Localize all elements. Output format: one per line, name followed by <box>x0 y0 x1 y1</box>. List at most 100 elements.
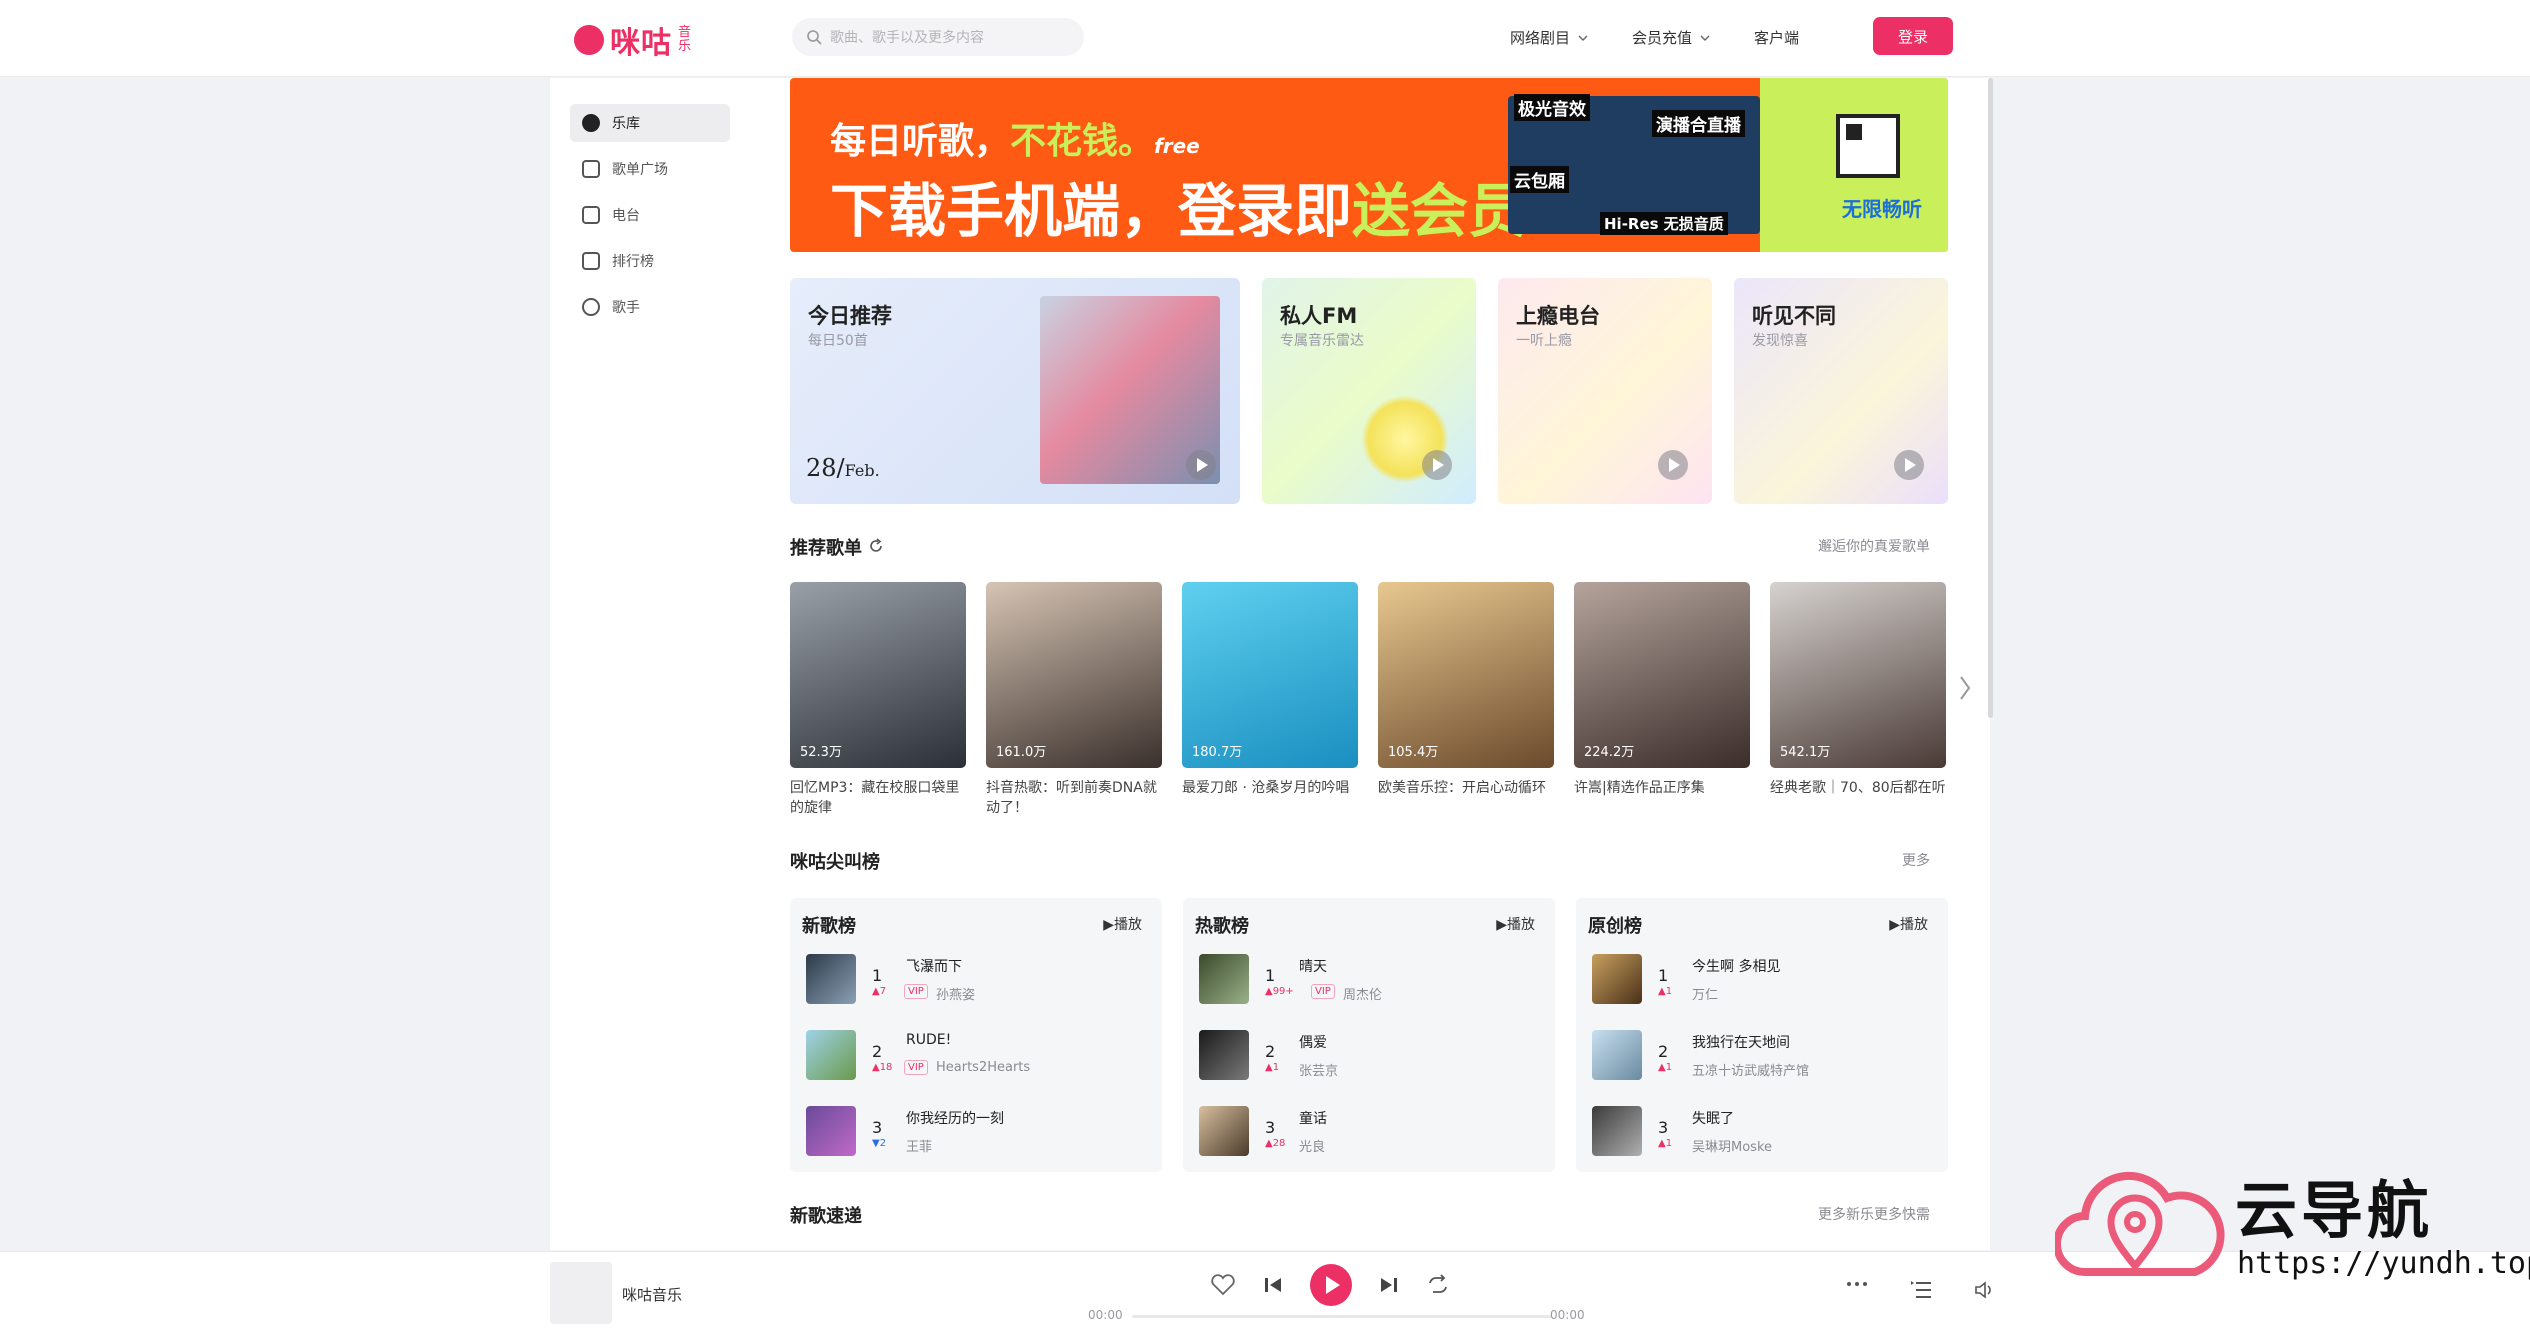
chart-play-button[interactable]: ▶播放 <box>1103 914 1142 934</box>
recommend-more-link[interactable]: 邂逅你的真爱歌单 <box>1818 536 1930 556</box>
sidebar-item-radio[interactable]: 电台 <box>570 196 730 234</box>
radio-icon <box>582 206 600 224</box>
sidebar-item-label: 歌单广场 <box>612 162 668 178</box>
card-private-fm[interactable]: 私人FM 专属音乐雷达 <box>1262 278 1476 504</box>
repeat-icon[interactable] <box>1426 1274 1450 1296</box>
play-icon[interactable] <box>1894 450 1924 480</box>
sidebar-item-playlist-square[interactable]: 歌单广场 <box>570 150 730 188</box>
banner-line2-text: 下载手机端，登录即 <box>830 177 1353 245</box>
search-input[interactable]: 歌曲、歌手以及更多内容 <box>792 18 1084 56</box>
cloud-location-logo-icon <box>2055 1171 2225 1276</box>
volume-icon[interactable] <box>1974 1280 1996 1300</box>
song-row[interactable]: 3 失眠了 ▲1 吴琳玥Moske <box>1592 1106 1932 1158</box>
song-row[interactable]: 3 你我经历的一刻 ▼2 王菲 <box>806 1106 1146 1158</box>
song-row[interactable]: 1 晴天 ▲99+ VIP 周杰伦 <box>1199 954 1539 1006</box>
chart-name[interactable]: 原创榜 <box>1588 912 1642 938</box>
playlist-card[interactable]: 161.0万 抖音热歌：听到前奏DNA就动了！ <box>986 582 1162 818</box>
playlist-card[interactable]: 52.3万 回忆MP3：藏在校服口袋里的旋律 <box>790 582 966 818</box>
card-date-day: 28 <box>806 454 837 482</box>
chart-play-button[interactable]: ▶播放 <box>1889 914 1928 934</box>
playlist-card[interactable]: 224.2万 许嵩|精选作品正序集 <box>1574 582 1750 798</box>
banner-tag: 极光音效 <box>1514 94 1590 121</box>
chart-hot-songs: 热歌榜 ▶播放 1 晴天 ▲99+ VIP 周杰伦 2 偶爱 ▲1 张芸京 3 … <box>1183 898 1555 1172</box>
card-addictive-radio[interactable]: 上瘾电台 一听上瘾 <box>1498 278 1712 504</box>
play-icon[interactable] <box>1658 450 1688 480</box>
recommend-cards: 今日推荐 每日50首 28/Feb. 私人FM 专属音乐雷达 上瘾电台 一听上瘾… <box>790 278 1948 504</box>
sidebar-item-library[interactable]: 乐库 <box>570 104 730 142</box>
song-artist[interactable]: 孙燕姿 <box>936 984 975 1003</box>
chart-play-label: 播放 <box>1507 917 1535 933</box>
song-row[interactable]: 2 我独行在天地间 ▲1 五凉十访武威特产馆 <box>1592 1030 1932 1082</box>
song-artist[interactable]: 吴琳玥Moske <box>1692 1136 1772 1155</box>
refresh-icon[interactable] <box>868 538 884 554</box>
player-title: 咪咕音乐 <box>622 1286 683 1304</box>
song-artist[interactable]: 王菲 <box>906 1136 932 1155</box>
song-artist[interactable]: Hearts2Hearts <box>936 1060 1030 1075</box>
playlist-play-count: 542.1万 <box>1780 745 1831 760</box>
song-title: 今生啊 多相见 <box>1692 959 1781 975</box>
nav-vip-recharge[interactable]: 会员充值 <box>1632 27 1710 48</box>
nav-network-drama[interactable]: 网络剧目 <box>1510 27 1588 48</box>
card-daily-recommend[interactable]: 今日推荐 每日50首 28/Feb. <box>790 278 1240 504</box>
banner-line1-text: 每日听歌， <box>830 121 1011 162</box>
playlist-cover: 161.0万 <box>986 582 1162 768</box>
promo-banner[interactable]: 每日听歌，不花钱。free 下载手机端，登录即送会员 极光音效 演播合直播 云包… <box>790 78 1948 252</box>
song-row[interactable]: 2 偶爱 ▲1 张芸京 <box>1199 1030 1539 1082</box>
watermark-text: 云导航 <box>2235 1174 2434 1247</box>
chevron-right-icon[interactable] <box>1958 674 1972 702</box>
player-right-controls <box>1846 1280 1996 1300</box>
next-icon[interactable] <box>1378 1274 1400 1296</box>
search-icon <box>807 30 822 45</box>
song-row[interactable]: 1 今生啊 多相见 ▲1 万仁 <box>1592 954 1932 1006</box>
song-rank: 3 <box>1658 1118 1669 1137</box>
card-hear-different[interactable]: 听见不同 发现惊喜 <box>1734 278 1948 504</box>
banner-tag: Hi-Res 无损音质 <box>1600 212 1728 235</box>
song-cover <box>1592 1030 1642 1080</box>
playlist-card[interactable]: 542.1万 经典老歌｜70、80后都在听 <box>1770 582 1946 798</box>
song-artist[interactable]: 五凉十访武威特产馆 <box>1692 1060 1809 1079</box>
progress-slider[interactable] <box>1132 1315 1552 1318</box>
play-icon[interactable] <box>1422 450 1452 480</box>
chart-name[interactable]: 新歌榜 <box>802 912 856 938</box>
song-cover <box>806 954 856 1004</box>
sidebar-item-label: 电台 <box>612 208 640 224</box>
chart-play-button[interactable]: ▶播放 <box>1496 914 1535 934</box>
song-row[interactable]: 1 飞瀑而下 ▲7 VIP 孙燕姿 <box>806 954 1146 1006</box>
song-artist[interactable]: 万仁 <box>1692 984 1718 1003</box>
song-cover <box>806 1106 856 1156</box>
play-icon[interactable] <box>1186 450 1216 480</box>
charts-more-link[interactable]: 更多 <box>1902 850 1930 870</box>
login-button[interactable]: 登录 <box>1873 17 1953 55</box>
play-button[interactable] <box>1310 1264 1352 1306</box>
song-trend: ▲1 <box>1658 986 1673 997</box>
song-artist[interactable]: 光良 <box>1299 1136 1325 1155</box>
song-row[interactable]: 3 童话 ▲28 光良 <box>1199 1106 1539 1158</box>
vip-badge: VIP <box>1311 984 1335 999</box>
nav-client[interactable]: 客户端 <box>1754 27 1799 48</box>
song-artist[interactable]: 张芸京 <box>1299 1060 1338 1079</box>
more-icon[interactable] <box>1846 1280 1868 1288</box>
playlist-name: 许嵩|精选作品正序集 <box>1574 780 1705 796</box>
heart-icon[interactable] <box>1210 1273 1236 1297</box>
chevron-down-icon <box>1700 35 1710 41</box>
song-artist[interactable]: 周杰伦 <box>1343 984 1382 1003</box>
scrollbar[interactable] <box>1988 78 1993 718</box>
chart-new-songs: 新歌榜 ▶播放 1 飞瀑而下 ▲7 VIP 孙燕姿 2 RUDE! ▲18 VI… <box>790 898 1162 1172</box>
song-row[interactable]: 2 RUDE! ▲18 VIP Hearts2Hearts <box>806 1030 1146 1082</box>
sidebar-item-charts[interactable]: 排行榜 <box>570 242 730 280</box>
song-cover <box>1592 1106 1642 1156</box>
playlist-icon[interactable] <box>1910 1280 1932 1300</box>
playlist-cover: 105.4万 <box>1378 582 1554 768</box>
song-cover <box>1199 1030 1249 1080</box>
sidebar-item-singers[interactable]: 歌手 <box>570 288 730 326</box>
banner-line1: 每日听歌，不花钱。free <box>830 112 1200 164</box>
chart-name[interactable]: 热歌榜 <box>1195 912 1249 938</box>
logo[interactable]: 咪咕 音乐 <box>574 18 694 62</box>
previous-icon[interactable] <box>1262 1274 1284 1296</box>
new-songs-more-link[interactable]: 更多新乐更多快需 <box>1818 1204 1930 1224</box>
top-header: 咪咕 音乐 歌曲、歌手以及更多内容 网络剧目 会员充值 客户端 登录 <box>0 0 2530 77</box>
playlist-card[interactable]: 180.7万 最爱刀郎 · 沧桑岁月的吟唱 <box>1182 582 1358 798</box>
chart-play-label: 播放 <box>1900 917 1928 933</box>
nav-label: 会员充值 <box>1632 29 1693 47</box>
playlist-card[interactable]: 105.4万 欧美音乐控：开启心动循环 <box>1378 582 1554 798</box>
